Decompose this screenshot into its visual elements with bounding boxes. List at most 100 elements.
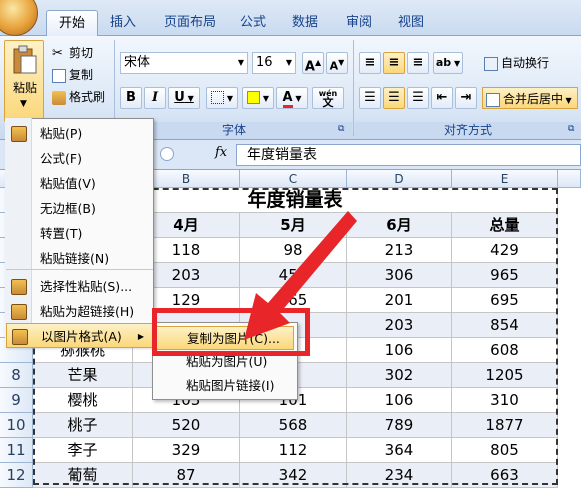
table-cell[interactable]: 106: [347, 388, 452, 413]
table-cell[interactable]: 364: [347, 438, 452, 463]
table-cell[interactable]: 213: [347, 238, 452, 263]
paste-menu-item[interactable]: 粘贴值(V): [6, 171, 153, 196]
dialog-launcher-icon[interactable]: ⧉: [568, 124, 574, 134]
table-cell[interactable]: 429: [452, 238, 558, 263]
function-icon[interactable]: fx: [215, 145, 227, 160]
increase-indent-button[interactable]: ⇥: [455, 87, 477, 109]
column-label-jun[interactable]: 6月: [347, 213, 452, 238]
fruit-name-cell[interactable]: 樱桃: [33, 388, 133, 413]
align-right-icon: ☰: [412, 90, 424, 105]
paste-menu-item[interactable]: 粘贴为超链接(H): [6, 299, 153, 324]
table-cell[interactable]: 789: [347, 413, 452, 438]
decrease-indent-button[interactable]: ⇤: [431, 87, 453, 109]
paste-menu-item[interactable]: 转置(T): [6, 221, 153, 246]
copy-icon: [52, 68, 66, 83]
table-cell[interactable]: 695: [452, 288, 558, 313]
formula-input[interactable]: 年度销量表: [236, 144, 581, 166]
paste-menu-item[interactable]: 选择性粘贴(S)...: [6, 274, 153, 299]
row-header[interactable]: 9: [0, 388, 33, 413]
dialog-launcher-icon[interactable]: ⧉: [338, 124, 344, 134]
borders-icon: [211, 91, 225, 104]
row-header[interactable]: 11: [0, 438, 33, 463]
borders-button[interactable]: ▼: [206, 87, 238, 109]
table-cell[interactable]: 965: [452, 263, 558, 288]
tab-insert[interactable]: 插入: [98, 10, 148, 36]
font-size-combo[interactable]: 16 ▼: [252, 52, 296, 74]
fruit-name-cell[interactable]: 芒果: [33, 363, 133, 388]
bold-button[interactable]: B: [120, 87, 142, 109]
wrap-text-button[interactable]: 自动换行: [484, 52, 549, 74]
chevron-down-icon: ▼: [237, 58, 244, 67]
orientation-button[interactable]: ab ▼: [433, 52, 463, 74]
tab-data[interactable]: 数据: [280, 10, 330, 36]
tab-page-layout[interactable]: 页面布局: [152, 10, 228, 36]
tab-formulas[interactable]: 公式: [228, 10, 278, 36]
align-left-button[interactable]: ☰: [359, 87, 381, 109]
merge-center-button[interactable]: 合并后居中 ▼: [482, 87, 578, 109]
table-cell[interactable]: 306: [347, 263, 452, 288]
column-label-total[interactable]: 总量: [452, 213, 558, 238]
table-cell[interactable]: 608: [452, 338, 558, 363]
table-cell[interactable]: 342: [240, 463, 347, 488]
paste-menu-item[interactable]: 粘贴链接(N): [6, 246, 153, 271]
column-header-f[interactable]: [558, 170, 581, 188]
italic-button[interactable]: I: [144, 87, 166, 109]
copy-button[interactable]: 复制: [52, 64, 93, 86]
paste-menu-item[interactable]: 无边框(B): [6, 196, 153, 221]
phonetic-button[interactable]: wén 文: [312, 87, 344, 109]
table-cell[interactable]: 663: [452, 463, 558, 488]
underline-button[interactable]: U ▼: [168, 87, 200, 109]
tab-review[interactable]: 审阅: [334, 10, 384, 36]
column-header-e[interactable]: E: [452, 170, 558, 188]
table-cell[interactable]: 106: [347, 338, 452, 363]
shrink-font-button[interactable]: A▼: [326, 52, 348, 74]
font-name-combo[interactable]: 宋体 ▼: [120, 52, 248, 74]
increase-indent-icon: ⇥: [460, 90, 472, 105]
column-header-c[interactable]: C: [240, 170, 347, 188]
table-cell[interactable]: 1205: [452, 363, 558, 388]
table-cell[interactable]: 203: [347, 313, 452, 338]
row-header[interactable]: 10: [0, 413, 33, 438]
paste-menu-item[interactable]: 公式(F): [6, 146, 153, 171]
table-cell[interactable]: 112: [240, 438, 347, 463]
menu-item-label: 粘贴图片链接(I): [186, 378, 275, 393]
table-cell[interactable]: 329: [133, 438, 240, 463]
align-top-button[interactable]: ≡: [359, 52, 381, 74]
column-header-d[interactable]: D: [347, 170, 452, 188]
table-cell[interactable]: 234: [347, 463, 452, 488]
fruit-name-cell[interactable]: 李子: [33, 438, 133, 463]
fruit-name-cell[interactable]: 葡萄: [33, 463, 133, 488]
namebox-scroll-icon[interactable]: [160, 147, 174, 161]
row-header[interactable]: 8: [0, 363, 33, 388]
fill-color-button[interactable]: ▼: [242, 87, 274, 109]
chevron-down-icon: ▼: [285, 58, 292, 67]
table-cell[interactable]: 1877: [452, 413, 558, 438]
grow-font-button[interactable]: A▲: [302, 52, 324, 74]
table-cell[interactable]: 520: [133, 413, 240, 438]
format-painter-button[interactable]: 格式刷: [52, 86, 105, 108]
table-cell[interactable]: 302: [347, 363, 452, 388]
align-center-button[interactable]: ☰: [383, 87, 405, 109]
chevron-right-icon: ▶: [137, 332, 144, 341]
tab-home[interactable]: 开始: [46, 10, 99, 36]
table-cell[interactable]: 568: [240, 413, 347, 438]
align-center-icon: ☰: [388, 90, 400, 105]
fruit-name-cell[interactable]: 桃子: [33, 413, 133, 438]
table-cell[interactable]: 87: [133, 463, 240, 488]
table-cell[interactable]: 805: [452, 438, 558, 463]
align-bottom-button[interactable]: ≡: [407, 52, 429, 74]
align-middle-button[interactable]: ≡: [383, 52, 405, 74]
table-cell[interactable]: 854: [452, 313, 558, 338]
row-header[interactable]: 12: [0, 463, 33, 488]
align-right-button[interactable]: ☰: [407, 87, 429, 109]
submenu-item[interactable]: 粘贴图片链接(I): [154, 374, 294, 398]
table-cell[interactable]: 201: [347, 288, 452, 313]
paste-button[interactable]: 粘贴 ▼: [4, 40, 44, 122]
cut-button[interactable]: ✂ 剪切: [52, 42, 93, 64]
paste-menu-item[interactable]: 以图片格式(A) ▶: [6, 323, 153, 348]
table-cell[interactable]: 310: [452, 388, 558, 413]
paste-menu-item[interactable]: 粘贴(P): [6, 121, 153, 146]
tab-view[interactable]: 视图: [386, 10, 436, 36]
italic-icon: I: [151, 90, 159, 105]
font-color-button[interactable]: A ▼: [276, 87, 308, 109]
